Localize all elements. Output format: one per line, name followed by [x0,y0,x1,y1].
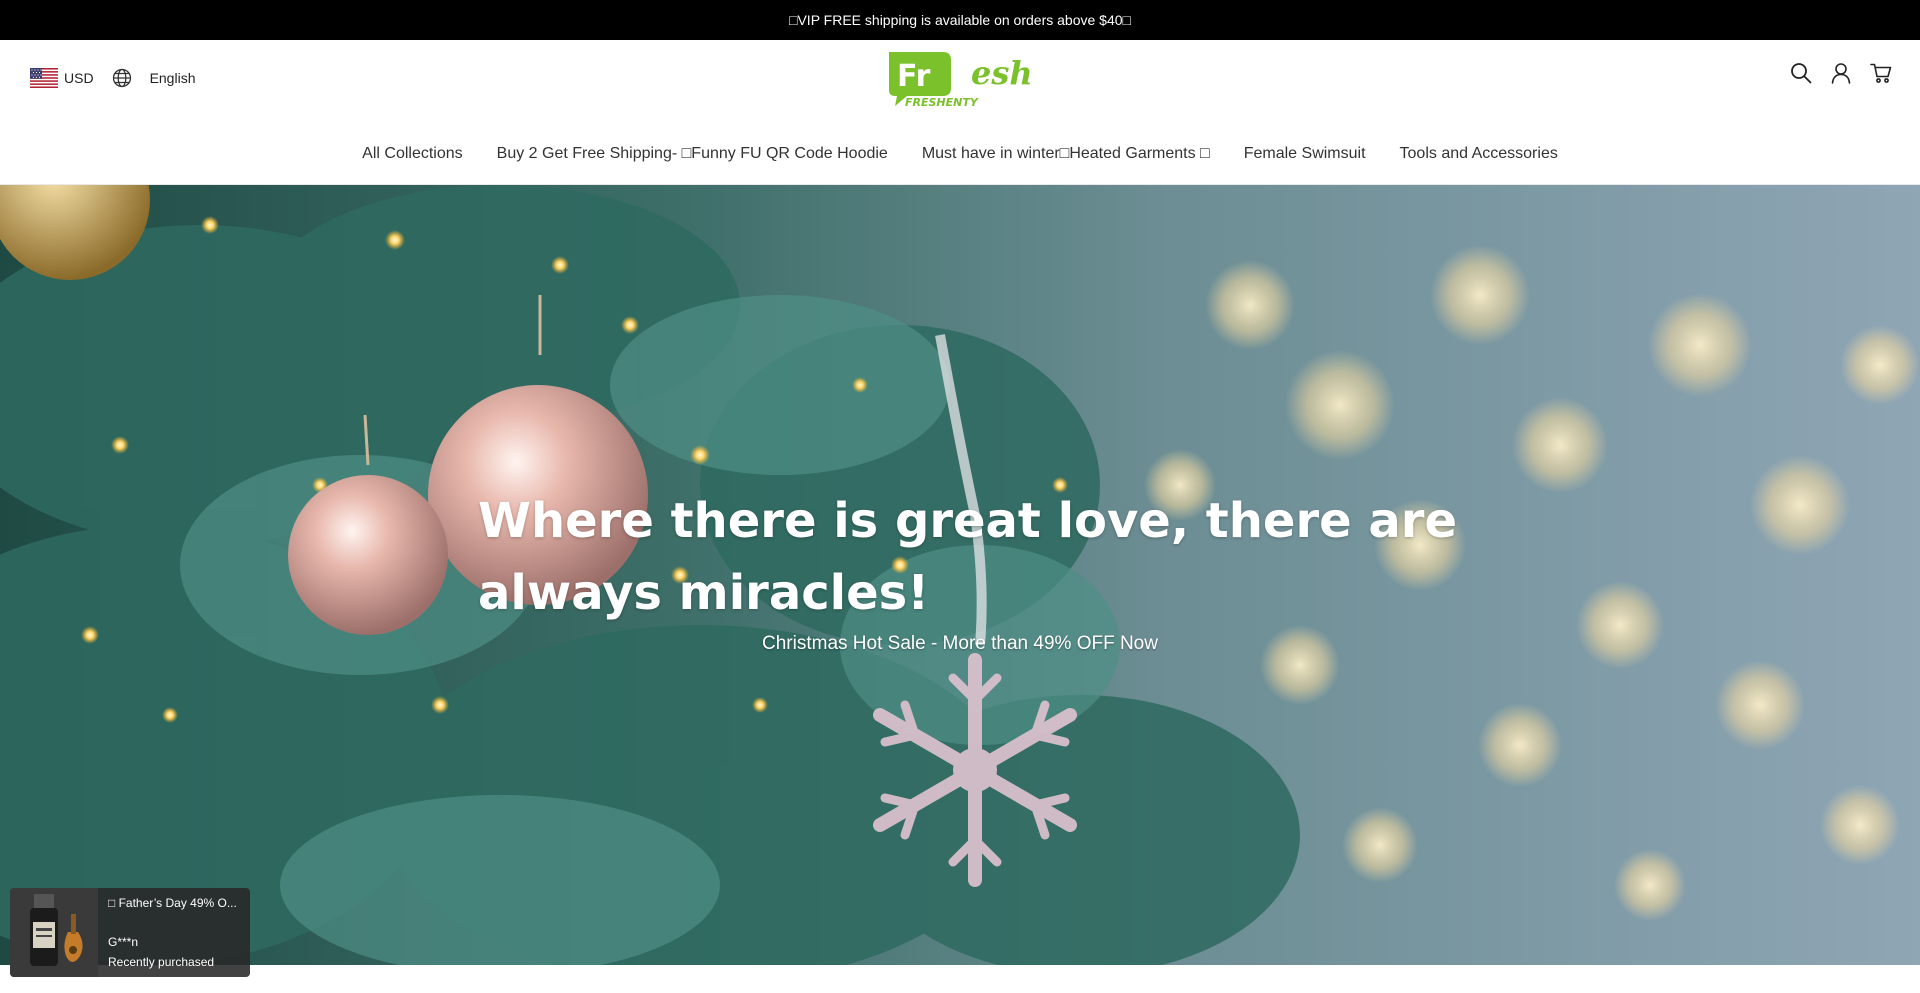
hero-title: Where there is great love, there are alw… [478,493,1458,621]
globe-icon [112,68,132,88]
currency-label: USD [64,70,94,86]
nav-item-tools-accessories[interactable]: Tools and Accessories [1400,145,1558,163]
popup-status: Recently purchased [108,955,215,969]
account-icon[interactable] [1830,62,1852,84]
popup-body: □ Father’s Day 49% O... G***n Recently p… [98,888,250,977]
language-selector[interactable]: English [112,68,196,88]
page-bottom-strip [0,965,1920,993]
language-label: English [149,70,196,86]
announcement-bar: □VIP FREE shipping is available on order… [0,0,1920,40]
svg-text:Fr: Fr [897,59,931,94]
header-icons [1790,62,1892,84]
nav-item-heated-garments[interactable]: Must have in winter□Heated Garments □ [922,145,1210,163]
recent-purchase-popup[interactable]: □ Father’s Day 49% O... G***n Recently p… [10,888,250,977]
product-thumbnail [10,888,98,977]
nav-item-funny-qr-hoodie[interactable]: Buy 2 Get Free Shipping- □Funny FU QR Co… [497,145,888,163]
cart-icon[interactable] [1870,62,1892,84]
currency-selector[interactable]: USD [30,68,94,88]
locale-selector: USD English [30,65,195,91]
brand-logo[interactable]: Fr esh FRESHENTY [885,48,1040,110]
hero-banner[interactable]: Where there is great love, there are alw… [0,185,1920,965]
main-navigation: All Collections Buy 2 Get Free Shipping-… [0,136,1920,172]
us-flag-icon [30,68,58,88]
search-icon[interactable] [1790,62,1812,84]
hero-subtitle: Christmas Hot Sale - More than 49% OFF N… [762,633,1158,654]
svg-text:FRESHENTY: FRESHENTY [905,96,979,109]
nav-item-female-swimsuit[interactable]: Female Swimsuit [1244,145,1366,163]
nav-item-all-collections[interactable]: All Collections [362,145,462,163]
announcement-text: □VIP FREE shipping is available on order… [789,12,1131,28]
site-header: USD English Fr esh FRESHENTY All Collect… [0,40,1920,185]
svg-text:esh: esh [971,54,1033,92]
popup-customer-name: G***n [108,935,139,949]
popup-product-title[interactable]: □ Father’s Day 49% O... [108,896,240,910]
